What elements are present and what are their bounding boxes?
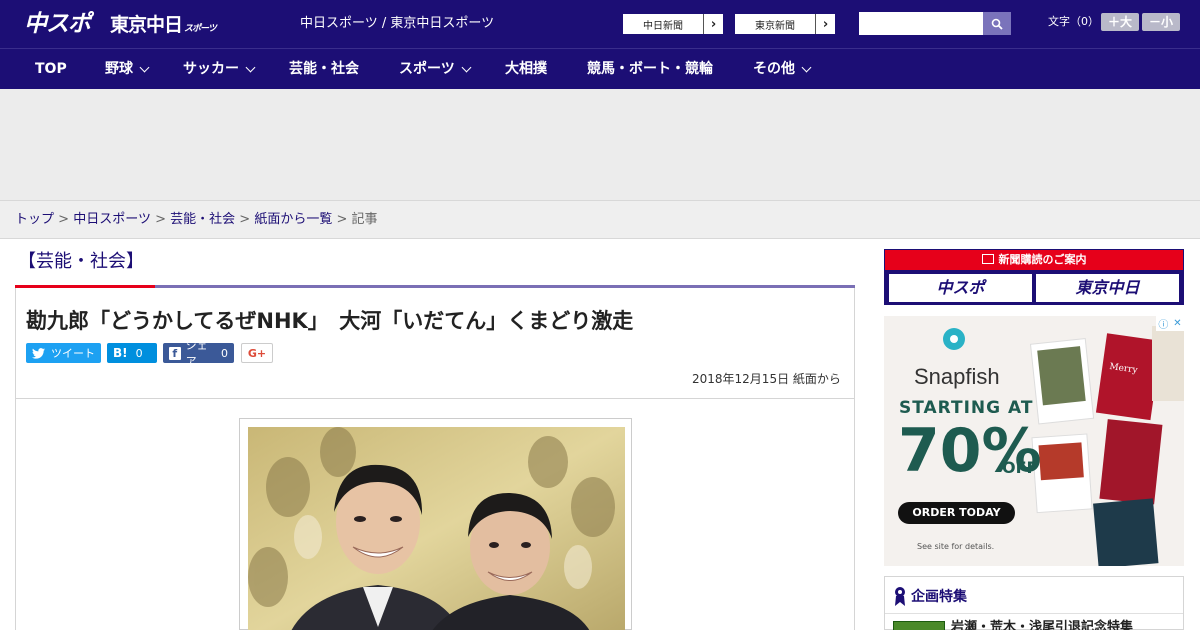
feature-box: 企画特集 岩瀬・荒木・浅尾引退記念特集 [884, 576, 1184, 630]
nav-item-label: 大相撲 [505, 61, 547, 77]
chuspo-logo[interactable]: 中スポ [24, 8, 91, 40]
nav-item-label: 競馬・ボート・競輪 [587, 61, 713, 77]
article-date: 2018年12月15日 [692, 372, 790, 386]
subscription-logo-chuspo[interactable]: 中スポ [889, 274, 1032, 302]
nav-item-label: その他 [753, 61, 795, 77]
article-photo[interactable] [248, 427, 625, 630]
nav-item-other[interactable]: その他 [753, 49, 812, 90]
hatena-count: 0 [135, 346, 143, 360]
nav-item-label: サッカー [183, 61, 239, 77]
breadcrumb-paper-list[interactable]: 紙面から一覧 [254, 212, 332, 227]
site-title[interactable]: 中日スポーツ / 東京中日スポーツ [300, 14, 494, 34]
tokyo-chunichi-logo[interactable]: 東京中日 スポーツ [110, 10, 217, 40]
newspaper-icon [981, 254, 994, 264]
breadcrumb-separator: > [336, 212, 348, 227]
article-photo-frame [239, 418, 632, 630]
nav-item-label: スポーツ [399, 61, 455, 77]
nav-item-label: TOP [35, 61, 67, 77]
article-divider [15, 398, 855, 399]
tweet-button[interactable]: ツイート [26, 343, 101, 363]
chunichi-shimbun-link[interactable]: 中日新聞 › [622, 13, 724, 35]
hatena-icon: B! [113, 346, 128, 360]
facebook-share-button[interactable]: f シェア 0 [163, 339, 234, 368]
ad-brand: Snapfish [914, 364, 1000, 389]
chevron-right-icon: › [703, 14, 723, 34]
nav-item-top[interactable]: TOP [35, 49, 67, 90]
ad-note: See site for details. [917, 542, 995, 551]
article-headline: 勘九郎「どうかしてるぜNHK」 大河「いだてん」くまどり激走 [26, 309, 634, 333]
close-icon: ✕ [1173, 318, 1182, 329]
chevron-down-icon [245, 62, 256, 73]
facebook-icon: f [169, 346, 181, 360]
chunichi-shimbun-label: 中日新聞 [643, 20, 683, 32]
subscription-header: 新聞購読のご案内 [885, 250, 1183, 270]
nav-item-soccer[interactable]: サッカー [183, 49, 256, 90]
google-plus-icon: G+ [247, 346, 267, 360]
photo-illustration [248, 427, 625, 630]
ad-order-button[interactable]: ORDER TODAY [898, 502, 1015, 524]
subscription-header-label: 新聞購読のご案内 [998, 253, 1087, 266]
nav-item-sports[interactable]: スポーツ [399, 49, 472, 90]
ad-off: OFF [1002, 458, 1038, 477]
article-dateline: 2018年12月15日 紙面から [692, 370, 841, 388]
feature-divider [885, 613, 1183, 614]
nav-item-sumo[interactable]: 大相撲 [505, 49, 547, 90]
top-header: 中スポ 東京中日 スポーツ 中日スポーツ / 東京中日スポーツ 中日新聞 › 東京… [0, 0, 1200, 48]
font-smaller-button[interactable]: －小 [1142, 13, 1180, 31]
feature-item-link[interactable]: 岩瀬・荒木・浅尾引退記念特集 [951, 619, 1133, 630]
chevron-down-icon [461, 62, 472, 73]
breadcrumb-entertainment[interactable]: 芸能・社会 [170, 212, 235, 227]
chevron-right-icon: › [815, 14, 835, 34]
article-category: 【芸能・社会】 [18, 251, 144, 272]
twitter-icon [32, 347, 45, 359]
chevron-down-icon [801, 62, 812, 73]
breadcrumb-separator: > [239, 212, 251, 227]
nav-item-label: 野球 [105, 61, 133, 77]
breadcrumb-current: 記事 [351, 212, 378, 227]
breadcrumb-bar: トップ > 中日スポーツ > 芸能・社会 > 紙面から一覧 > 記事 [0, 200, 1200, 239]
ad-info-icon: ⓘ [1158, 320, 1169, 331]
font-size-label: 文字（0） [1048, 15, 1099, 28]
subscription-banner[interactable]: 新聞購読のご案内 中スポ 東京中日 [884, 249, 1184, 305]
breadcrumb-separator: > [155, 212, 166, 227]
article-source: 紙面から [792, 372, 841, 386]
nav-item-baseball[interactable]: 野球 [105, 49, 150, 90]
subscription-logo-tokyo[interactable]: 東京中日 [1036, 274, 1179, 302]
ad-starting-at: STARTING AT [899, 398, 1034, 418]
feature-thumbnail[interactable] [893, 621, 945, 630]
tokyo-shimbun-link[interactable]: 東京新聞 › [734, 13, 836, 35]
ad-choices[interactable]: ⓘ ✕ [1156, 316, 1184, 331]
facebook-count: 0 [221, 346, 228, 360]
font-bigger-button[interactable]: ＋大 [1101, 13, 1139, 31]
main-nav: TOP 野球 サッカー 芸能・社会 スポーツ 大相撲 競馬・ボート・競輪 その他 [0, 48, 1200, 89]
chevron-down-icon [139, 62, 150, 73]
feature-title: 企画特集 [911, 589, 967, 605]
breadcrumb-top[interactable]: トップ [15, 212, 54, 227]
search-button[interactable] [983, 12, 1011, 35]
tokyo-shimbun-label: 東京新聞 [755, 20, 795, 32]
nav-item-label: 芸能・社会 [289, 61, 359, 77]
top-ad-area [0, 89, 1200, 200]
hatena-bookmark-button[interactable]: B! 0 [107, 343, 157, 363]
google-plus-button[interactable]: G+ [241, 343, 273, 363]
nav-item-racing[interactable]: 競馬・ボート・競輪 [587, 49, 713, 90]
tweet-label: ツイート [51, 347, 95, 360]
tokyo-chunichi-logo-text: 東京中日 [110, 14, 183, 36]
breadcrumb-chunichi-sports[interactable]: 中日スポーツ [73, 212, 151, 227]
nav-item-entertainment[interactable]: 芸能・社会 [289, 49, 359, 90]
facebook-share-label: シェア [185, 339, 208, 368]
ribbon-icon [895, 587, 905, 606]
search-icon [991, 18, 1003, 30]
breadcrumb: トップ > 中日スポーツ > 芸能・社会 > 紙面から一覧 > 記事 [15, 211, 378, 229]
breadcrumb-separator: > [58, 212, 70, 227]
sidebar-ad[interactable]: Merry ⓘ ✕ Snapfish STARTING AT 70% OFF O… [884, 316, 1184, 566]
tokyo-chunichi-logo-sub: スポーツ [184, 24, 217, 34]
search-input[interactable] [859, 12, 983, 35]
